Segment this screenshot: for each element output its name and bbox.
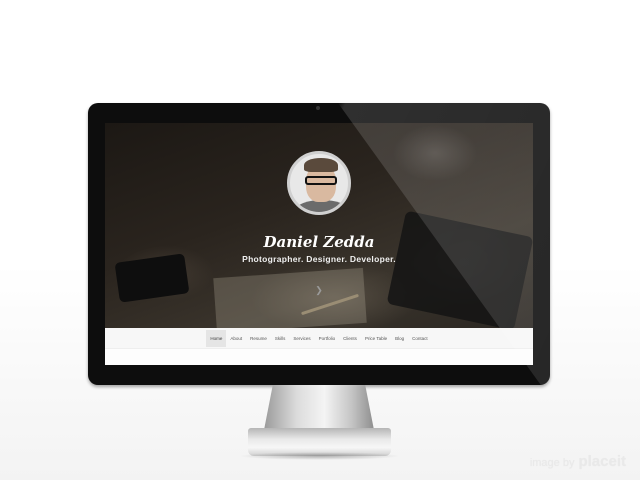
profile-name: Daniel Zedda — [263, 233, 375, 251]
avatar — [287, 151, 351, 215]
hero-section: Daniel Zedda Photographer. Designer. Dev… — [105, 123, 533, 334]
nav-item-portfolio[interactable]: Portfolio — [315, 330, 340, 347]
stand-shadow — [238, 452, 401, 460]
nav-item-contact[interactable]: Contact — [408, 330, 432, 347]
tablet-photo-element — [386, 210, 533, 331]
nav-item-skills[interactable]: Skills — [271, 330, 290, 347]
nav-item-home[interactable]: Home — [206, 329, 227, 347]
nav-item-resume[interactable]: Resume — [246, 330, 271, 347]
nav-item-services[interactable]: Services — [289, 330, 314, 347]
content-area — [105, 348, 533, 365]
watermark: image by placeit — [530, 453, 626, 470]
chevron-down-icon[interactable]: ❯ — [314, 285, 324, 295]
nav-item-price-table[interactable]: Price Table — [361, 330, 391, 347]
profile-tagline: Photographer. Designer. Developer. — [242, 254, 396, 264]
monitor-stand-neck — [264, 385, 374, 430]
nav-item-blog[interactable]: Blog — [391, 330, 408, 347]
screen: Daniel Zedda Photographer. Designer. Dev… — [105, 123, 533, 365]
monitor: Daniel Zedda Photographer. Designer. Dev… — [88, 103, 550, 385]
nav-item-about[interactable]: About — [226, 330, 246, 347]
nav-item-clients[interactable]: Clients — [339, 330, 361, 347]
watermark-brand: placeit — [578, 453, 626, 470]
main-nav: Home About Resume Skills Services Portfo… — [105, 328, 533, 348]
camera-dot — [316, 106, 320, 110]
watermark-prefix: image by — [529, 457, 575, 469]
